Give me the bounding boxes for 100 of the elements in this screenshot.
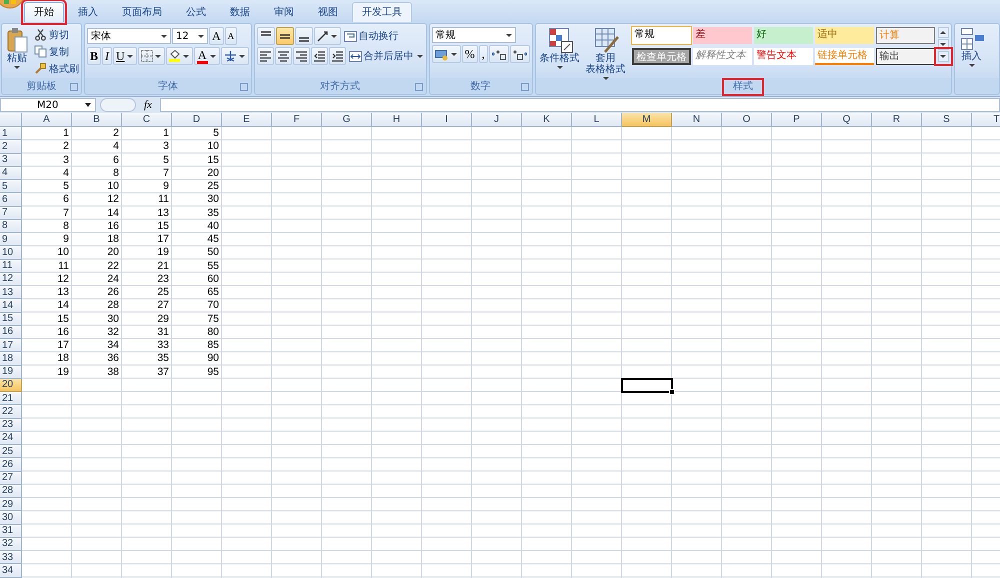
row-header[interactable]: 27	[0, 472, 22, 485]
row-header[interactable]: 21	[0, 392, 22, 406]
fill-color-button[interactable]	[166, 47, 193, 65]
row-header[interactable]: 17	[0, 339, 22, 352]
font-color-button[interactable]: A	[194, 47, 220, 65]
paste-button[interactable]: 粘贴	[4, 27, 30, 71]
row-header[interactable]: 11	[0, 260, 22, 273]
row-header[interactable]: 9	[0, 233, 22, 246]
copy-button[interactable]: 复制	[32, 44, 69, 59]
column-header[interactable]: H	[372, 113, 422, 127]
column-header[interactable]: E	[222, 113, 272, 127]
ribbon-tab[interactable]: 插入	[68, 2, 108, 22]
increase-decimal-button[interactable]	[488, 45, 509, 63]
cell-style-item[interactable]: 解释性文本	[692, 48, 752, 65]
decrease-decimal-button[interactable]	[510, 45, 530, 63]
bottom-align-button[interactable]	[294, 27, 313, 45]
insert-function-button[interactable]: fx	[140, 99, 156, 111]
column-header[interactable]: S	[922, 113, 972, 127]
column-header[interactable]: D	[172, 113, 222, 127]
column-header[interactable]: F	[272, 113, 322, 127]
column-header[interactable]: G	[322, 113, 372, 127]
insert-button[interactable]: 插入	[956, 27, 987, 69]
row-header[interactable]: 19	[0, 366, 22, 379]
cell-style-item[interactable]: 警告文本	[754, 48, 813, 65]
row-header[interactable]: 29	[0, 498, 22, 512]
row-header[interactable]: 23	[0, 418, 22, 432]
column-header[interactable]: O	[722, 113, 772, 127]
row-header[interactable]: 4	[0, 166, 22, 180]
cut-button[interactable]: 剪切	[32, 27, 69, 42]
formula-field[interactable]	[160, 98, 1000, 112]
ribbon-tab[interactable]: 视图	[308, 2, 348, 22]
row-header[interactable]: 24	[0, 432, 22, 445]
row-header[interactable]: 2	[0, 140, 22, 154]
name-box[interactable]: M20	[0, 98, 96, 112]
column-header[interactable]: K	[522, 113, 572, 127]
comma-button[interactable]: ,	[478, 45, 488, 63]
right-align-button[interactable]	[292, 47, 310, 65]
column-header[interactable]: P	[772, 113, 822, 127]
row-header[interactable]: 26	[0, 458, 22, 472]
row-header[interactable]: 7	[0, 206, 22, 220]
column-header[interactable]: R	[872, 113, 922, 127]
ribbon-tab[interactable]: 数据	[220, 2, 260, 22]
row-header[interactable]: 14	[0, 299, 22, 312]
row-header[interactable]: 13	[0, 286, 22, 300]
cell-style-item[interactable]: 好	[754, 27, 813, 44]
row-header[interactable]: 6	[0, 193, 22, 206]
row-header[interactable]: 34	[0, 564, 22, 578]
column-header[interactable]: T	[972, 113, 1000, 127]
row-header[interactable]: 30	[0, 511, 22, 524]
format-as-table-button[interactable]: 套用 表格格式	[584, 27, 628, 82]
shrink-font-button[interactable]: A	[224, 27, 238, 45]
column-header[interactable]: N	[672, 113, 722, 127]
ribbon-tab[interactable]: 页面布局	[112, 2, 172, 22]
borders-button[interactable]	[138, 47, 165, 65]
column-header[interactable]: A	[22, 113, 72, 127]
row-header[interactable]: 15	[0, 312, 22, 326]
ribbon-tab[interactable]: 开发工具	[352, 2, 412, 22]
top-align-button[interactable]	[256, 27, 275, 45]
row-header[interactable]: 16	[0, 326, 22, 339]
row-header[interactable]: 33	[0, 551, 22, 564]
column-header[interactable]: I	[422, 113, 472, 127]
bold-button[interactable]: B	[87, 47, 102, 65]
accounting-format-button[interactable]	[432, 45, 461, 63]
center-button[interactable]	[274, 47, 292, 65]
middle-align-button[interactable]	[276, 27, 294, 45]
number-format-dropdown[interactable]: 常规	[432, 27, 516, 43]
row-header[interactable]: 28	[0, 484, 22, 498]
column-header[interactable]: M	[622, 113, 672, 127]
row-header[interactable]: 20	[0, 378, 22, 392]
row-header[interactable]: 31	[0, 524, 22, 538]
row-header[interactable]: 10	[0, 246, 22, 260]
font-size-dropdown[interactable]: 12	[172, 28, 208, 44]
row-header[interactable]: 1	[0, 127, 22, 140]
formula-toggle-button[interactable]	[100, 98, 136, 112]
cell-style-item[interactable]: 输出	[876, 48, 935, 65]
cell-style-item[interactable]: 常规	[632, 27, 691, 44]
cell-style-item[interactable]: 差	[692, 27, 752, 44]
font-name-dropdown[interactable]: 宋体	[87, 28, 171, 44]
active-cell[interactable]	[622, 378, 672, 392]
row-header[interactable]: 32	[0, 538, 22, 551]
column-header[interactable]: Q	[822, 113, 872, 127]
conditional-formatting-button[interactable]: 条件格式	[538, 27, 582, 71]
ribbon-tab[interactable]: 公式	[176, 2, 216, 22]
column-header[interactable]: B	[72, 113, 122, 127]
decrease-indent-button[interactable]	[310, 47, 328, 65]
column-header[interactable]: J	[472, 113, 522, 127]
orientation-button[interactable]	[314, 27, 341, 45]
cell-style-item[interactable]: 适中	[814, 27, 874, 44]
phonetic-button[interactable]	[220, 47, 249, 65]
row-header[interactable]: 18	[0, 352, 22, 366]
left-align-button[interactable]	[256, 47, 274, 65]
format-painter-button[interactable]: 格式刷	[32, 61, 79, 76]
row-header[interactable]: 3	[0, 154, 22, 167]
row-header[interactable]: 5	[0, 180, 22, 194]
grow-font-button[interactable]: A	[209, 27, 224, 45]
ribbon-tab[interactable]: 开始	[24, 2, 64, 22]
ribbon-tab[interactable]: 审阅	[264, 2, 304, 22]
column-header[interactable]: C	[122, 113, 172, 127]
row-header[interactable]: 22	[0, 405, 22, 418]
merge-center-button[interactable]: 合并后居中	[346, 48, 424, 64]
